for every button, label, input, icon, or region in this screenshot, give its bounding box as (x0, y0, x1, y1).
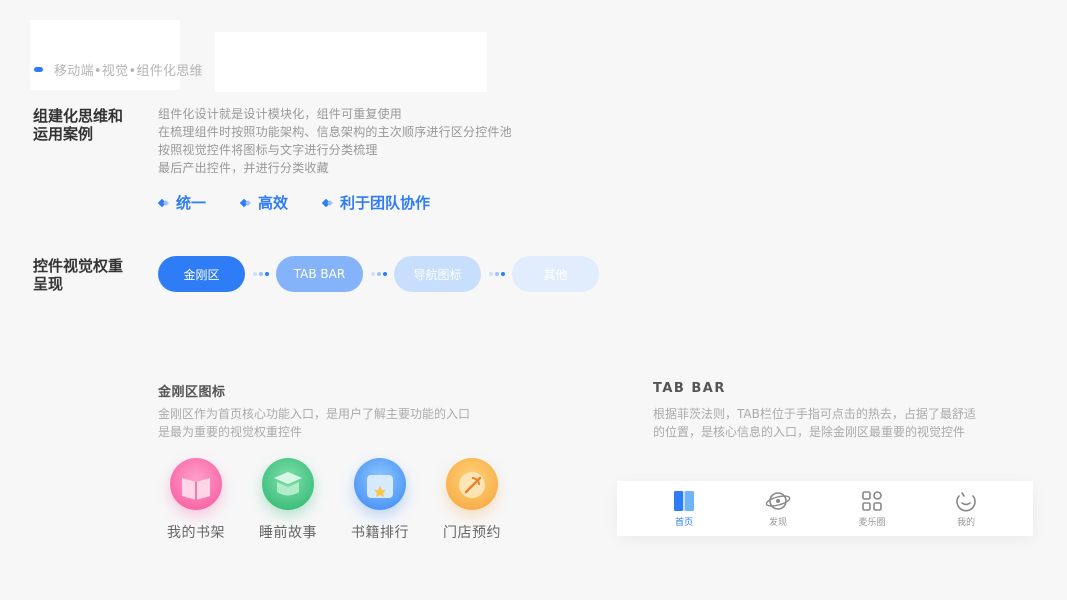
tab-label: 发现 (768, 518, 787, 528)
tab-bar: 首页 发现 麦乐圈 我的 (617, 481, 1033, 536)
kingkong-item-ranking[interactable]: 书籍排行 (334, 458, 426, 542)
breadcrumb: 移动端•视觉•组件化思维 (34, 60, 203, 79)
section-title-visual-weight: 控件视觉权重 呈现 (33, 257, 123, 293)
discover-icon (765, 489, 791, 513)
description-line: 是最为重要的视觉权重控件 (158, 425, 303, 439)
tab-label: 首页 (674, 518, 693, 528)
connector-dots (245, 272, 276, 276)
profile-icon (953, 489, 979, 513)
benefit-tag-label: 利于团队协作 (340, 194, 431, 212)
story-icon (262, 458, 314, 510)
section-title-line: 运用案例 (33, 125, 94, 143)
kingkong-item-label: 我的书架 (167, 525, 225, 541)
section-title-componentization: 组建化思维和 运用案例 (33, 107, 123, 143)
description-line: 根据菲茨法则，TAB栏位于手指可点击的热去，占据了最舒适 (653, 407, 976, 421)
description-line: 在梳理组件时按照功能架构、信息架构的主次顺序进行区分控件池 (158, 125, 512, 139)
bookshelf-icon (170, 458, 222, 510)
description-line: 的位置，是核心信息的入口，是除金刚区最重要的视觉控件 (653, 425, 966, 439)
pill-kingkong[interactable]: 金刚区 (158, 256, 245, 292)
tab-label: 我的 (956, 518, 975, 528)
benefit-tag: 利于团队协作 (321, 192, 431, 213)
benefit-tag: 统一 (157, 192, 207, 213)
description-line: 组件化设计就是设计模块化，组件可重复使用 (158, 107, 403, 121)
kingkong-title: 金刚区图标 (158, 385, 226, 400)
kingkong-item-label: 睡前故事 (259, 525, 317, 541)
benefit-tag: 高效 (239, 192, 289, 213)
tab-home[interactable]: 首页 (654, 489, 714, 528)
diamond-icon (321, 198, 333, 208)
background-panel (215, 32, 487, 92)
section-title-line: 组建化思维和 (33, 107, 124, 125)
tabbar-title: TAB BAR (653, 381, 726, 396)
weight-flow: 金刚区 TAB BAR 导航图标 其他 (158, 256, 599, 292)
description-line: 最后产出控件，并进行分类收藏 (158, 161, 329, 175)
background-panel (30, 20, 180, 90)
kingkong-item-label: 门店预约 (443, 525, 501, 541)
tab-circle[interactable]: 麦乐圈 (842, 489, 902, 528)
connector-dots (481, 272, 512, 276)
section-title-line: 控件视觉权重 (33, 257, 124, 275)
tabbar-description: 根据菲茨法则，TAB栏位于手指可点击的热去，占据了最舒适 的位置，是核心信息的入… (653, 405, 976, 441)
description-line: 金刚区作为首页核心功能入口，是用户了解主要功能的入口 (158, 407, 471, 421)
kingkong-description: 金刚区作为首页核心功能入口，是用户了解主要功能的入口 是最为重要的视觉权重控件 (158, 405, 470, 441)
tab-profile[interactable]: 我的 (936, 489, 996, 528)
tab-label: 麦乐圈 (858, 518, 886, 528)
benefit-tags: 统一 高效 利于团队协作 (157, 192, 464, 213)
diamond-icon (239, 198, 251, 208)
breadcrumb-marker (34, 67, 43, 72)
kingkong-item-bookshelf[interactable]: 我的书架 (150, 458, 242, 542)
kingkong-item-story[interactable]: 睡前故事 (242, 458, 334, 542)
home-icon (671, 489, 697, 513)
section-title-line: 呈现 (33, 275, 64, 293)
pill-tabbar[interactable]: TAB BAR (276, 256, 363, 292)
breadcrumb-text: 移动端•视觉•组件化思维 (54, 64, 203, 79)
tab-discover[interactable]: 发现 (748, 489, 808, 528)
section-description: 组件化设计就是设计模块化，组件可重复使用 在梳理组件时按照功能架构、信息架构的主… (158, 105, 512, 177)
benefit-tag-label: 高效 (258, 194, 289, 212)
benefit-tag-label: 统一 (176, 194, 207, 212)
connector-dots (363, 272, 394, 276)
description-line: 按照视觉控件将图标与文字进行分类梳理 (158, 143, 378, 157)
pill-other[interactable]: 其他 (512, 256, 599, 292)
store-icon (446, 458, 498, 510)
ranking-icon (354, 458, 406, 510)
diamond-icon (157, 198, 169, 208)
kingkong-item-label: 书籍排行 (351, 525, 409, 541)
circle-icon (859, 489, 885, 513)
pill-nav-icons[interactable]: 导航图标 (394, 256, 481, 292)
kingkong-icons: 我的书架 睡前故事 书籍排行 门店预约 (150, 458, 518, 542)
kingkong-item-store[interactable]: 门店预约 (426, 458, 518, 542)
